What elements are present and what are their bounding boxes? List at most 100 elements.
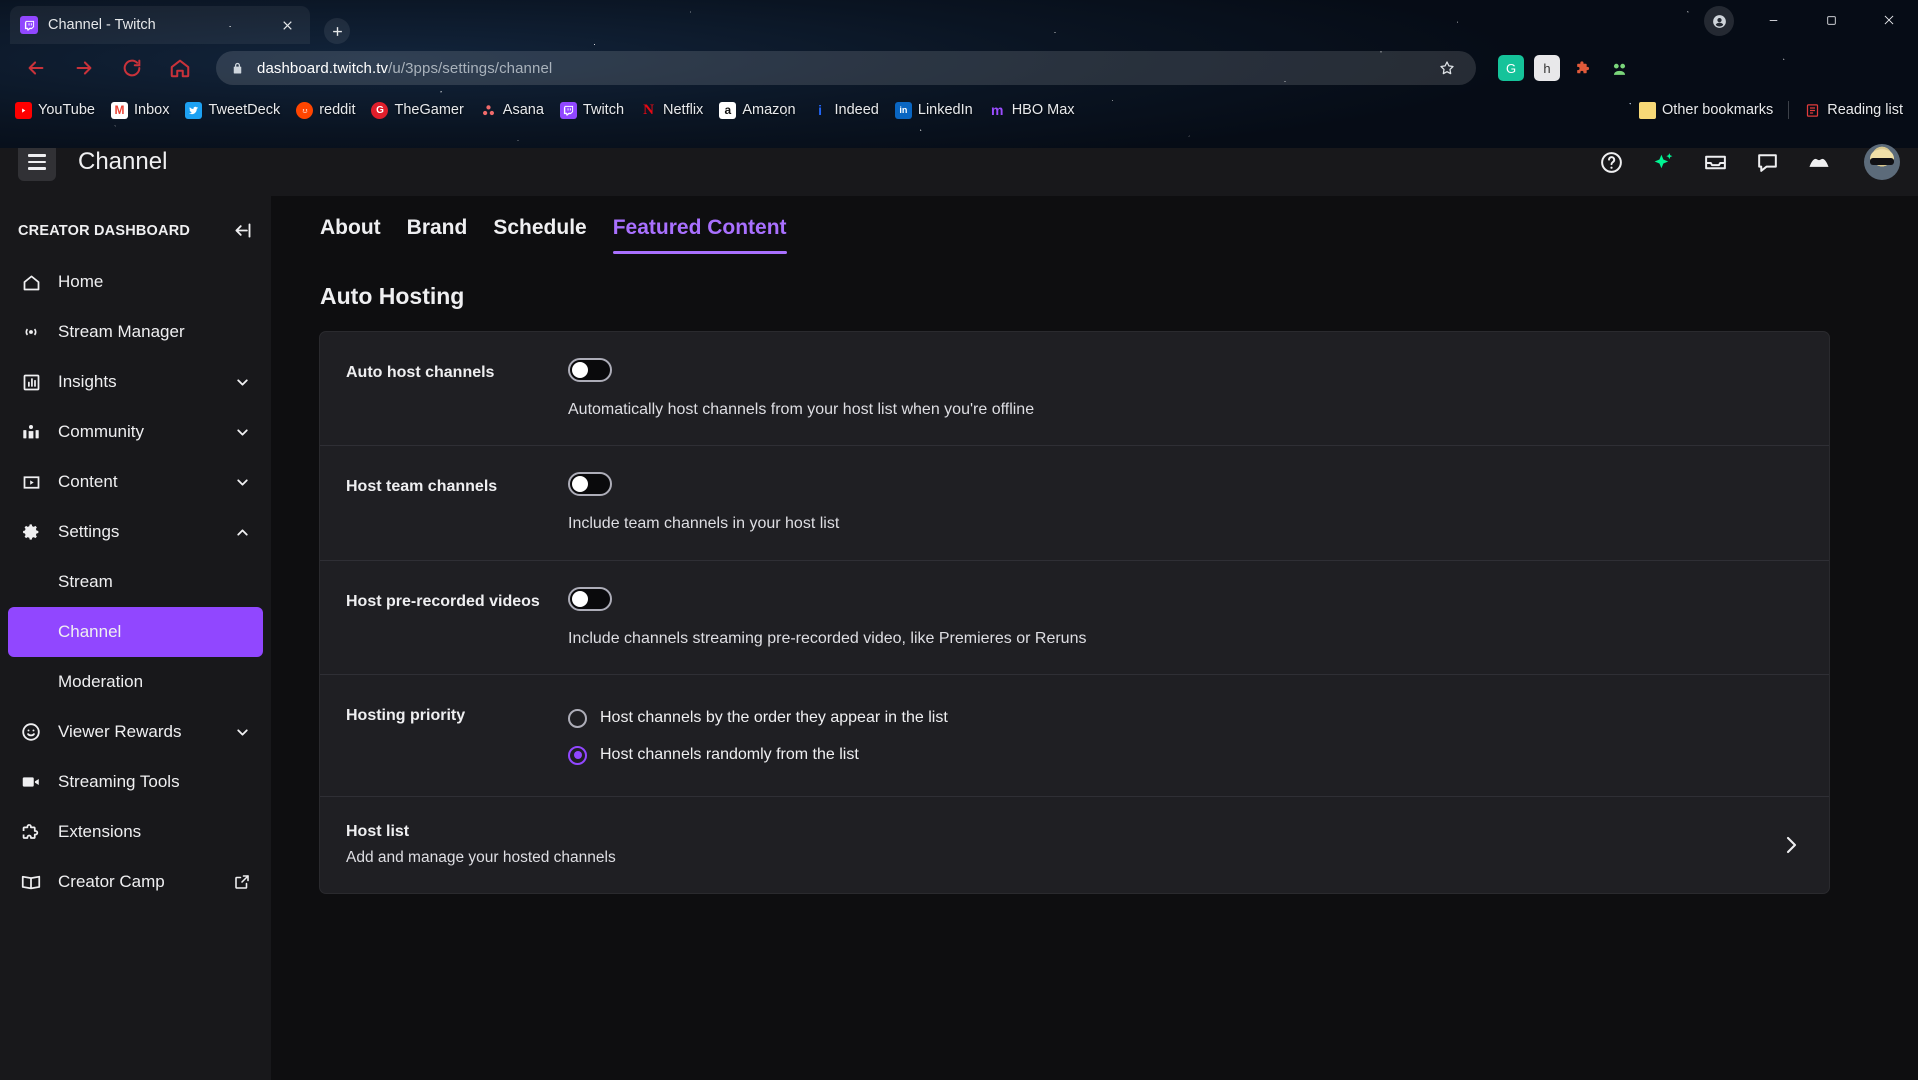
sidebar-item-label: Viewer Rewards [58,722,217,742]
host-list-texts: Host list Add and manage your hosted cha… [346,823,1779,867]
home-icon[interactable] [162,50,198,86]
sidebar-item-label: Home [58,272,251,292]
bookmark-item[interactable]: Twitch [553,99,631,122]
new-tab-button[interactable] [324,18,350,44]
sidebar-item-stream[interactable]: Stream [8,557,263,607]
bookmark-item[interactable]: M Inbox [104,99,176,122]
radio-button-selected[interactable] [568,746,587,765]
reload-icon[interactable] [114,50,150,86]
tab-brand[interactable]: Brand [407,216,468,254]
chevron-down-icon[interactable] [233,373,251,391]
sidebar-item-moderation[interactable]: Moderation [8,657,263,707]
sidebar-item-community[interactable]: Community [8,407,263,457]
bookmarks-bar: YouTube M Inbox TweetDeck reddit G TheGa… [0,92,1918,128]
host-team-channels-toggle[interactable] [568,472,612,496]
sidebar-item-label: Settings [58,522,217,542]
sidebar-item-channel[interactable]: Channel [8,607,263,657]
bookmark-label: Asana [503,102,544,118]
chevron-down-icon[interactable] [233,723,251,741]
help-icon[interactable] [1598,149,1624,175]
sidebar-item-content[interactable]: Content [8,457,263,507]
bookmarks-divider [1788,101,1789,119]
topbar-actions [1598,144,1900,180]
puzzle-extension-icon[interactable] [1570,55,1596,81]
collapse-left-icon[interactable] [232,220,253,241]
radio-option-random[interactable]: Host channels randomly from the list [568,738,1803,772]
sidebar-item-extensions[interactable]: Extensions [8,807,263,857]
host-pre-recorded-videos-toggle[interactable] [568,587,612,611]
whispers-icon[interactable] [1754,149,1780,175]
bookmark-item[interactable]: G TheGamer [364,99,470,122]
hosting-priority-radio-group: Host channels by the order they appear i… [568,701,1803,772]
tab-about[interactable]: About [320,216,381,254]
linkedin-icon: in [895,102,912,119]
gear-icon [20,521,42,543]
twitter-icon [185,102,202,119]
radio-button[interactable] [568,709,587,728]
bookmark-item[interactable]: in LinkedIn [888,99,980,122]
hamburger-icon[interactable] [18,143,56,181]
sidebar-item-streaming-tools[interactable]: Streaming Tools [8,757,263,807]
crown-icon[interactable] [1806,149,1832,175]
sidebar-item-creator-camp[interactable]: Creator Camp [8,857,263,907]
sparkle-icon[interactable] [1650,149,1676,175]
misc-extension-icon[interactable] [1606,55,1632,81]
close-icon[interactable] [274,12,300,38]
minimize-button[interactable] [1744,0,1802,40]
bookmark-item[interactable]: a Amazon [712,99,802,122]
tab-schedule[interactable]: Schedule [493,216,586,254]
other-bookmarks-folder[interactable]: Other bookmarks [1632,99,1780,122]
sidebar-item-label: Stream Manager [58,322,251,342]
inbox-icon[interactable] [1702,149,1728,175]
folder-icon [1639,102,1656,119]
page-title: Channel [78,148,167,176]
chevron-right-icon[interactable] [1779,833,1803,857]
bookmark-item[interactable]: m HBO Max [982,99,1082,122]
chevron-down-icon[interactable] [233,473,251,491]
sidebar-item-settings[interactable]: Settings [8,507,263,557]
bookmark-star-icon[interactable] [1432,53,1462,83]
back-icon[interactable] [18,50,54,86]
tab-featured-content[interactable]: Featured Content [613,216,787,254]
honey-extension-icon[interactable]: h [1534,55,1560,81]
setting-label: Host team channels [346,472,568,535]
bookmark-item[interactable]: i Indeed [805,99,886,122]
forward-icon[interactable] [66,50,102,86]
puzzle-icon [20,821,42,843]
thegamer-icon: G [371,102,388,119]
close-window-button[interactable] [1860,0,1918,40]
sidebar-item-insights[interactable]: Insights [8,357,263,407]
sidebar-item-viewer-rewards[interactable]: Viewer Rewards [8,707,263,757]
radio-option-order[interactable]: Host channels by the order they appear i… [568,701,1803,735]
bookmark-item[interactable]: N Netflix [633,99,710,122]
youtube-icon [15,102,32,119]
sidebar-item-label: Community [58,422,217,442]
host-list-row[interactable]: Host list Add and manage your hosted cha… [320,797,1829,893]
chevron-down-icon[interactable] [233,423,251,441]
url-path: /u/3pps/settings/channel [388,60,552,77]
grammarly-extension-icon[interactable]: G [1498,55,1524,81]
smiley-icon [20,721,42,743]
bookmark-item[interactable]: YouTube [8,99,102,122]
maximize-button[interactable] [1802,0,1860,40]
browser-profile-icon[interactable] [1704,6,1734,36]
community-icon [20,421,42,443]
browser-tab[interactable]: Channel - Twitch [10,6,310,44]
sidebar-item-stream-manager[interactable]: Stream Manager [8,307,263,357]
external-link-icon[interactable] [233,873,251,891]
twitch-creator-dashboard: Channel [0,128,1918,1080]
bookmark-label: reddit [319,102,355,118]
address-bar[interactable]: dashboard.twitch.tv/u/3pps/settings/chan… [216,51,1476,85]
host-list-subtitle: Add and manage your hosted channels [346,849,1779,867]
reading-list-button[interactable]: Reading list [1797,99,1910,122]
bookmark-item[interactable]: TweetDeck [178,99,287,122]
bookmark-item[interactable]: reddit [289,99,362,122]
window-controls [1744,0,1918,40]
chevron-up-icon[interactable] [233,523,251,541]
sidebar-heading: CREATOR DASHBOARD [18,223,190,239]
user-avatar[interactable] [1864,144,1900,180]
auto-host-channels-toggle[interactable] [568,358,612,382]
bookmark-item[interactable]: Asana [473,99,551,122]
sidebar-item-home[interactable]: Home [8,257,263,307]
setting-row-host-pre-recorded-videos: Host pre-recorded videos Include channel… [320,561,1829,675]
